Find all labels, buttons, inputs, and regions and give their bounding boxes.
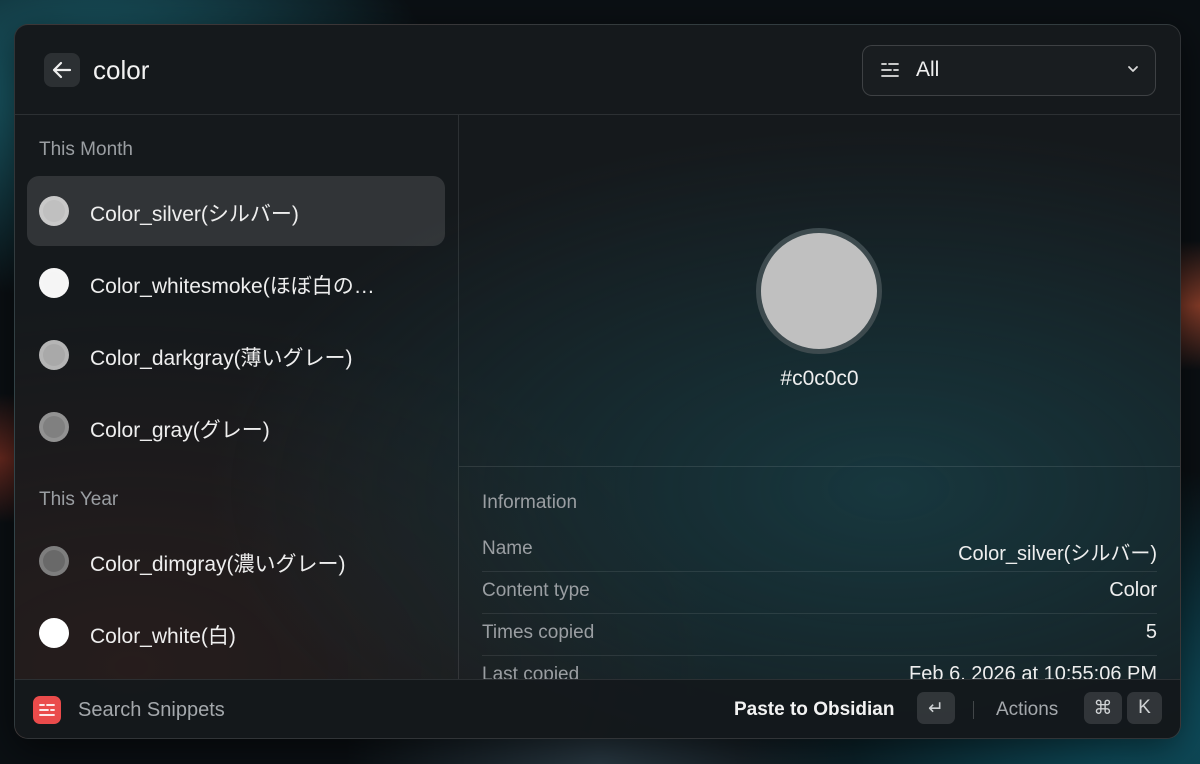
footer-divider [973,701,974,719]
list-item[interactable]: Color_white(白) [27,598,445,668]
section-title-this-year: This Year [39,489,119,510]
list-item-label: Color_silver(シルバー) [90,203,299,226]
filter-label: All [916,58,940,81]
list-item[interactable]: Color_silver(シルバー) [27,176,445,246]
filter-dropdown[interactable]: All [862,45,1156,96]
command-key-hint: ⌘ [1084,692,1122,724]
color-preview: #c0c0c0 [459,115,1180,467]
color-swatch [39,412,69,442]
results-list: This Month Color_silver(シルバー) Color_whit… [15,115,459,679]
back-button[interactable] [44,53,80,87]
color-hex-value: #c0c0c0 [780,367,859,390]
chevron-down-icon [1128,66,1138,72]
enter-key-hint: ↵ [917,692,955,724]
detail-pane: #c0c0c0 Information Name Color_silver(シル… [459,115,1180,679]
extension-title: Search Snippets [78,699,225,721]
info-value: Color [1109,579,1157,601]
list-item-label: Color_gray(グレー) [90,419,270,442]
info-key: Last copied [482,664,580,679]
filter-lines-icon [881,63,899,77]
list-item-label: Color_white(白) [90,625,236,648]
info-row-content-type: Content type Color [482,571,1157,614]
color-swatch [39,340,69,370]
color-swatch [39,196,69,226]
color-preview-swatch [756,228,882,354]
info-row-name: Name Color_silver(シルバー) [482,529,1157,572]
arrow-left-icon [52,61,72,79]
color-swatch [39,618,69,648]
color-swatch [39,268,69,298]
list-item-label: Color_darkgray(薄いグレー) [90,347,353,370]
information-heading: Information [482,492,578,513]
list-item[interactable]: Color_dimgray(濃いグレー) [27,526,445,596]
action-bar: Search Snippets Paste to Obsidian ↵ Acti… [15,679,1180,738]
info-value: Feb 6, 2026 at 10:55:06 PM [909,663,1157,679]
section-title-this-month: This Month [39,139,133,160]
list-item[interactable]: Color_whitesmoke(ほぼ白の… [27,248,445,318]
list-item[interactable]: Color_darkgray(薄いグレー) [27,320,445,390]
info-row-last-copied: Last copied Feb 6, 2026 at 10:55:06 PM [482,655,1157,679]
info-key: Name [482,538,533,559]
list-item-label: Color_dimgray(濃いグレー) [90,553,346,576]
snippets-window: All This Month Color_silver(シルバー) Color_… [14,24,1181,739]
info-key: Times copied [482,622,595,643]
info-value: Color_silver(シルバー) [958,543,1157,565]
list-item[interactable]: Color_gray(グレー) [27,392,445,462]
info-value: 5 [1145,621,1157,643]
search-header: All [15,25,1180,115]
info-row-times-copied: Times copied 5 [482,613,1157,656]
search-input[interactable] [93,51,693,89]
paste-to-obsidian-button[interactable]: Paste to Obsidian [734,699,894,721]
color-swatch [39,546,69,576]
snippets-app-icon [33,696,61,724]
actions-button[interactable]: Actions [996,699,1058,721]
list-item-label: Color_whitesmoke(ほぼ白の… [90,275,375,298]
k-key-hint: K [1127,692,1162,724]
info-key: Content type [482,580,590,601]
